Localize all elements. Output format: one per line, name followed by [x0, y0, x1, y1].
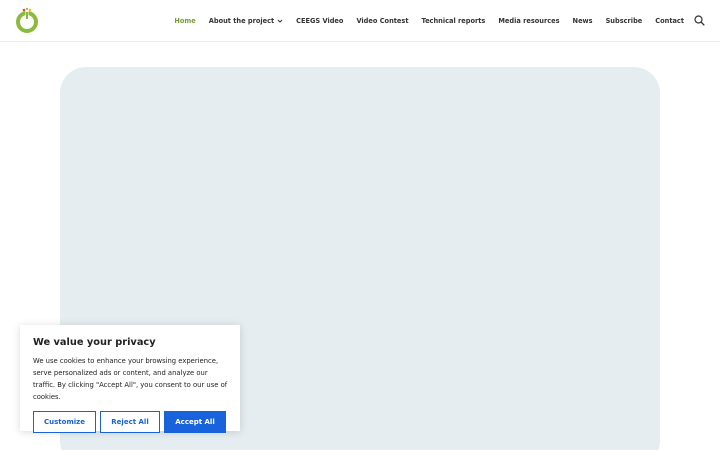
customize-button[interactable]: Customize	[33, 411, 96, 433]
nav-item-subscribe[interactable]: Subscribe	[606, 17, 643, 25]
nav-item-label: Media resources	[498, 16, 560, 25]
nav-item-label: Subscribe	[605, 16, 643, 25]
ceegs-logo-icon[interactable]	[14, 7, 40, 33]
nav-item-label: Technical reports	[421, 16, 486, 25]
nav-item-label: About the project	[208, 16, 275, 25]
nav-item-home[interactable]: Home	[174, 17, 195, 25]
search-icon[interactable]	[694, 15, 705, 26]
chevron-down-icon	[277, 19, 283, 23]
cookie-consent-banner: We value your privacy We use cookies to …	[20, 325, 240, 433]
accept-all-button[interactable]: Accept All	[164, 411, 226, 433]
site-header: Home About the project CEEGS Video Video…	[0, 0, 720, 41]
nav-item-label: Video Contest	[356, 16, 409, 25]
nav-item-news[interactable]: News	[573, 17, 593, 25]
nav-item-ceegs-video[interactable]: CEEGS Video	[296, 17, 343, 25]
nav-item-label: CEEGS Video	[296, 16, 344, 25]
nav-item-video-contest[interactable]: Video Contest	[356, 17, 408, 25]
reject-all-button[interactable]: Reject All	[100, 411, 160, 433]
nav-item-label: Contact	[655, 16, 684, 25]
nav-item-technical-reports[interactable]: Technical reports	[421, 17, 485, 25]
nav-item-media-resources[interactable]: Media resources	[498, 17, 559, 25]
cookie-banner-text: We use cookies to enhance your browsing …	[33, 357, 228, 401]
main-nav: Home About the project CEEGS Video Video…	[174, 0, 684, 41]
cookie-banner-buttons: Customize Reject All Accept All	[33, 411, 227, 433]
page: Home About the project CEEGS Video Video…	[0, 0, 720, 450]
nav-item-label: Home	[174, 16, 196, 25]
cookie-banner-title: We value your privacy	[33, 337, 156, 348]
nav-item-about-the-project[interactable]: About the project	[209, 17, 283, 25]
nav-item-contact[interactable]: Contact	[655, 17, 684, 25]
nav-item-label: News	[572, 16, 593, 25]
